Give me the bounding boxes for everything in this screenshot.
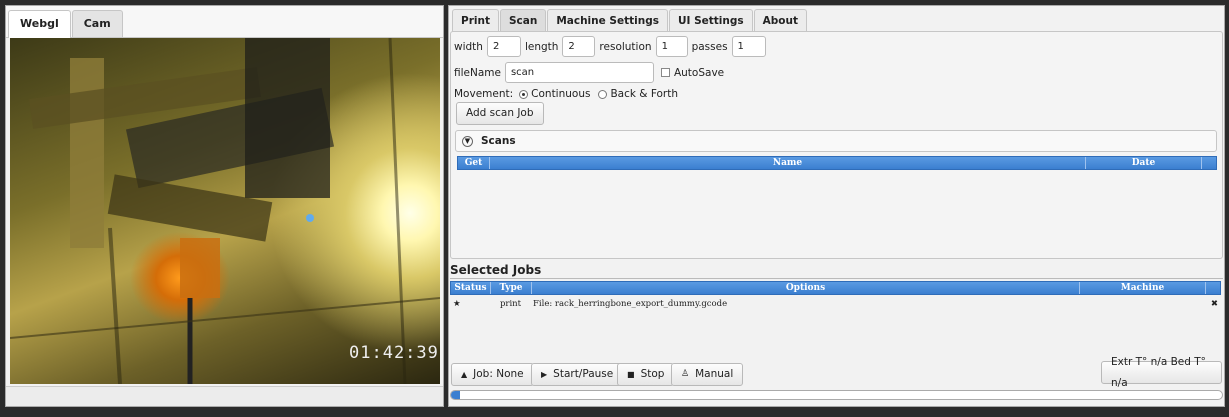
scan-dimensions-row: width 2 length 2 resolution 1 passes 1 — [454, 36, 770, 57]
passes-label: passes — [691, 40, 728, 53]
jobs-col-status[interactable]: Status — [451, 282, 491, 294]
back-and-forth-radio[interactable] — [598, 89, 608, 99]
person-icon: ♙ — [681, 369, 690, 379]
play-icon: ▶ — [541, 370, 548, 379]
resolution-label: resolution — [599, 40, 652, 53]
passes-input[interactable]: 1 — [731, 36, 766, 57]
tab-machine-settings[interactable]: Machine Settings — [547, 9, 668, 32]
filename-label: fileName — [454, 66, 501, 79]
length-input[interactable]: 2 — [562, 36, 596, 57]
scans-title: Scans — [481, 135, 516, 147]
start-pause-label: Start/Pause — [553, 368, 614, 380]
selected-jobs-title: Selected Jobs — [450, 263, 542, 277]
job-select-button[interactable]: ▲ Job: None — [451, 363, 534, 386]
length-label: length — [524, 40, 559, 53]
job-progress-bar — [450, 390, 1223, 400]
camera-feed: 01:42:39 — [10, 38, 440, 384]
back-and-forth-label: Back & Forth — [610, 88, 679, 100]
scans-col-name[interactable]: Name — [490, 157, 1086, 169]
add-scan-job-button[interactable]: Add scan Job — [456, 102, 544, 125]
job-options-cell: File: rack_herringbone_export_dummy.gcod… — [533, 299, 728, 309]
table-row[interactable]: ★ print File: rack_herringbone_export_du… — [450, 298, 1221, 310]
star-icon[interactable]: ★ — [450, 298, 490, 310]
camera-image — [10, 38, 440, 384]
movement-row: Movement: Continuous Back & Forth — [454, 88, 678, 100]
right-panel: Print Scan Machine Settings UI Settings … — [448, 5, 1225, 407]
tab-webgl[interactable]: Webgl — [8, 10, 71, 38]
scans-col-get[interactable]: Get — [458, 157, 490, 169]
manual-label: Manual — [695, 368, 734, 380]
width-label: width — [454, 40, 483, 53]
stop-label: Stop — [640, 368, 665, 380]
jobs-col-extra — [1206, 282, 1220, 294]
autosave-label: AutoSave — [673, 66, 725, 79]
temperature-readout[interactable]: Extr T° n/a Bed T° n/a — [1101, 356, 1222, 389]
tab-ui-settings[interactable]: UI Settings — [668, 9, 753, 32]
tab-print[interactable]: Print — [452, 9, 499, 32]
tab-cam[interactable]: Cam — [71, 10, 123, 37]
stop-button[interactable]: ■ Stop — [617, 363, 675, 386]
movement-label: Movement: — [454, 88, 514, 100]
left-tab-bar: Webgl Cam — [6, 6, 443, 38]
left-panel: Webgl Cam 01:42:39 — [5, 5, 444, 407]
chevron-down-icon[interactable]: ▼ — [462, 135, 473, 147]
remove-job-icon[interactable]: ✖ — [1205, 298, 1221, 310]
tab-about[interactable]: About — [753, 9, 807, 32]
progress-fill — [451, 391, 461, 399]
job-machine-cell — [1079, 298, 1205, 310]
scans-grid-header: Get Name Date — [457, 156, 1217, 170]
autosave-checkbox[interactable] — [660, 68, 670, 77]
filename-row: fileName scan AutoSave — [454, 62, 724, 83]
tab-scan[interactable]: Scan — [499, 9, 547, 32]
jobs-col-type[interactable]: Type — [491, 282, 532, 294]
scans-col-date[interactable]: Date — [1086, 157, 1202, 169]
left-footer — [6, 386, 443, 406]
continuous-label: Continuous — [531, 88, 591, 100]
jobs-col-options[interactable]: Options — [532, 282, 1080, 294]
scan-panel: width 2 length 2 resolution 1 passes 1 f… — [450, 31, 1223, 259]
resolution-input[interactable]: 1 — [655, 36, 688, 57]
jobs-col-machine[interactable]: Machine — [1080, 282, 1206, 294]
right-tab-bar: Print Scan Machine Settings UI Settings … — [449, 6, 1224, 32]
start-pause-button[interactable]: ▶ Start/Pause — [531, 363, 624, 386]
scans-section-header[interactable]: ▼ Scans — [455, 130, 1217, 152]
width-input[interactable]: 2 — [486, 36, 521, 57]
job-type-cell: print — [499, 299, 522, 309]
continuous-radio[interactable] — [519, 89, 529, 99]
job-toolbar: ▲ Job: None ▶ Start/Pause ■ Stop ♙ Manua… — [450, 356, 1223, 389]
filename-input[interactable]: scan — [504, 62, 654, 83]
scans-col-extra — [1202, 157, 1216, 169]
caret-up-icon: ▲ — [461, 370, 468, 379]
divider — [450, 278, 1223, 279]
camera-timestamp: 01:42:39 — [349, 343, 439, 363]
job-select-label: Job: None — [473, 368, 524, 380]
add-scan-row: Add scan Job — [456, 102, 544, 125]
manual-button[interactable]: ♙ Manual — [671, 363, 744, 386]
jobs-grid-header: Status Type Options Machine — [450, 281, 1221, 295]
stop-icon: ■ — [627, 370, 635, 379]
